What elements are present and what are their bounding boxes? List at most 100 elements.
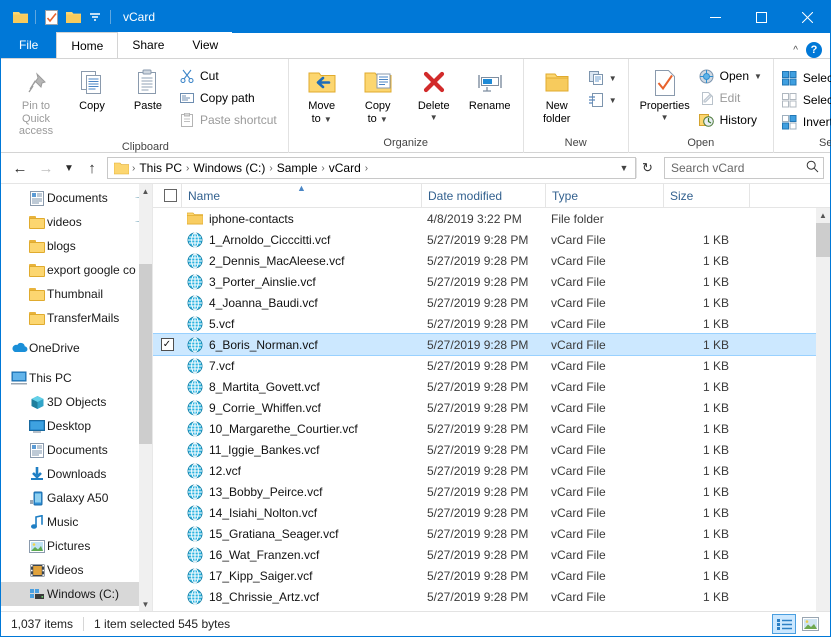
- sidebar-item-windows-c[interactable]: Windows (C:): [1, 582, 152, 606]
- new-folder-button[interactable]: New folder: [530, 63, 584, 128]
- new-folder-icon[interactable]: [62, 6, 84, 28]
- table-row[interactable]: 18_Chrissie_Artz.vcf 5/27/2019 9:28 PM vCa…: [153, 586, 830, 607]
- cut-button[interactable]: Cut: [177, 65, 282, 87]
- column-header-size[interactable]: Size: [663, 183, 749, 208]
- table-row[interactable]: 5.vcf 5/27/2019 9:28 PM vCard File 1 KB: [153, 313, 830, 334]
- copy-to-button[interactable]: Copy to ▼: [351, 63, 405, 128]
- open-button[interactable]: Open ▼: [697, 65, 767, 87]
- address-bar[interactable]: › This PC › Windows (C:) › Sample › vCar…: [107, 157, 636, 179]
- sidebar-scroll-thumb[interactable]: [139, 264, 152, 444]
- scroll-down-icon[interactable]: ▼: [139, 597, 152, 611]
- table-row[interactable]: 12.vcf 5/27/2019 9:28 PM vCard File 1 KB: [153, 460, 830, 481]
- sidebar-item-this-pc[interactable]: This PC: [1, 366, 152, 390]
- sidebar-item-music[interactable]: Music: [1, 510, 152, 534]
- cell-name[interactable]: 16_Wat_Franzen.vcf: [181, 544, 421, 565]
- cell-name[interactable]: 2_Dennis_MacAleese.vcf: [181, 250, 421, 271]
- sidebar-item-thumbnail[interactable]: Thumbnail: [1, 282, 152, 306]
- sidebar-item-desktop[interactable]: Desktop: [1, 414, 152, 438]
- sidebar-item-galaxy-a50[interactable]: Galaxy A50: [1, 486, 152, 510]
- search-icon[interactable]: [806, 160, 819, 176]
- cell-name[interactable]: 13_Bobby_Peirce.vcf: [181, 481, 421, 502]
- forward-button[interactable]: →: [33, 156, 59, 180]
- table-row[interactable]: 9_Corrie_Whiffen.vcf 5/27/2019 9:28 PM vCa…: [153, 397, 830, 418]
- table-row[interactable]: 10_Margarethe_Courtier.vcf 5/27/2019 9:28…: [153, 418, 830, 439]
- move-to-button[interactable]: Move to ▼: [295, 63, 349, 128]
- details-view-button[interactable]: [772, 614, 796, 634]
- cell-name[interactable]: 6_Boris_Norman.vcf: [181, 334, 421, 355]
- sidebar-item-documents-quick[interactable]: Documents 📌: [1, 186, 152, 210]
- close-button[interactable]: [784, 1, 830, 33]
- table-row[interactable]: 2_Dennis_MacAleese.vcf 5/27/2019 9:28 PM v…: [153, 250, 830, 271]
- properties-button[interactable]: Properties ▼: [635, 63, 695, 125]
- large-icons-view-button[interactable]: [798, 614, 822, 634]
- sidebar-item-documents[interactable]: Documents: [1, 438, 152, 462]
- table-row[interactable]: 1_Arnoldo_Cicccitti.vcf 5/27/2019 9:28 PM…: [153, 229, 830, 250]
- refresh-button[interactable]: ↻: [636, 158, 658, 178]
- cell-name[interactable]: 10_Margarethe_Courtier.vcf: [181, 418, 421, 439]
- cell-name[interactable]: iphone-contacts: [181, 208, 421, 229]
- breadcrumb-vcard[interactable]: vCard: [326, 161, 364, 175]
- breadcrumb-sample[interactable]: Sample: [274, 161, 321, 175]
- cell-name[interactable]: 11_Iggie_Bankes.vcf: [181, 439, 421, 460]
- maximize-button[interactable]: [738, 1, 784, 33]
- history-button[interactable]: History: [697, 109, 767, 131]
- table-row[interactable]: 13_Bobby_Peirce.vcf 5/27/2019 9:28 PM vCar…: [153, 481, 830, 502]
- sidebar-item-pictures[interactable]: Pictures: [1, 534, 152, 558]
- sidebar-item-videos-lower[interactable]: videos 📌: [1, 210, 152, 234]
- table-row[interactable]: 14_Isiahi_Nolton.vcf 5/27/2019 9:28 PM vCa…: [153, 502, 830, 523]
- sidebar-item-transfermails[interactable]: TransferMails: [1, 306, 152, 330]
- table-row[interactable]: 7.vcf 5/27/2019 9:28 PM vCard File 1 KB: [153, 355, 830, 376]
- rename-button[interactable]: Rename: [463, 63, 517, 116]
- select-none-button[interactable]: Select none: [780, 89, 831, 111]
- navigation-pane[interactable]: Documents 📌 videos 📌 blogs: [1, 184, 153, 611]
- table-row[interactable]: 11_Iggie_Bankes.vcf 5/27/2019 9:28 PM vCar…: [153, 439, 830, 460]
- copy-button[interactable]: Copy: [65, 63, 119, 116]
- edit-button[interactable]: Edit: [697, 87, 767, 109]
- customize-dropdown-icon[interactable]: [84, 6, 106, 28]
- cell-name[interactable]: 7.vcf: [181, 355, 421, 376]
- tab-view[interactable]: View: [178, 32, 233, 58]
- sidebar-item-blogs[interactable]: blogs: [1, 234, 152, 258]
- table-row[interactable]: 15_Gratiana_Seager.vcf 5/27/2019 9:28 PM v…: [153, 523, 830, 544]
- up-button[interactable]: ↑: [79, 156, 105, 180]
- select-all-checkbox-header[interactable]: [153, 184, 181, 208]
- table-row[interactable]: 16_Wat_Franzen.vcf 5/27/2019 9:28 PM vCard…: [153, 544, 830, 565]
- table-row[interactable]: 4_Joanna_Baudi.vcf 5/27/2019 9:28 PM vCard…: [153, 292, 830, 313]
- column-header-type[interactable]: Type: [545, 183, 663, 208]
- sidebar-item-onedrive[interactable]: OneDrive: [1, 336, 152, 360]
- search-box[interactable]: [664, 157, 824, 179]
- select-all-button[interactable]: Select all: [780, 67, 831, 89]
- tab-home[interactable]: Home: [56, 32, 119, 58]
- back-button[interactable]: ←: [7, 156, 33, 180]
- recent-locations-button[interactable]: ▼: [59, 156, 79, 180]
- invert-selection-button[interactable]: Invert selection: [780, 111, 831, 133]
- cell-name[interactable]: 4_Joanna_Baudi.vcf: [181, 292, 421, 313]
- scroll-up-icon[interactable]: ▲: [139, 184, 152, 198]
- help-icon[interactable]: ?: [806, 42, 822, 58]
- table-row[interactable]: ✓ 6_Boris_Norman.vcf 5/27/2019 9:28 PM vCar…: [153, 333, 830, 356]
- table-row[interactable]: 17_Kipp_Saiger.vcf 5/27/2019 9:28 PM vCard…: [153, 565, 830, 586]
- new-item-button[interactable]: ▼: [586, 67, 622, 89]
- tab-share[interactable]: Share: [118, 32, 179, 58]
- cell-name[interactable]: 14_Isiahi_Nolton.vcf: [181, 502, 421, 523]
- scroll-up-icon[interactable]: ▲: [816, 208, 830, 223]
- table-row[interactable]: 3_Porter_Ainslie.vcf 5/27/2019 9:28 PM vCa…: [153, 271, 830, 292]
- cell-name[interactable]: 1_Arnoldo_Cicccitti.vcf: [181, 229, 421, 250]
- cell-name[interactable]: 9_Corrie_Whiffen.vcf: [181, 397, 421, 418]
- cell-name[interactable]: 3_Porter_Ainslie.vcf: [181, 271, 421, 292]
- folder-icon[interactable]: [9, 6, 31, 28]
- column-header-date-modified[interactable]: Date modified: [421, 183, 545, 208]
- sidebar-scrollbar[interactable]: ▲ ▼: [139, 184, 152, 611]
- breadcrumb-this-pc[interactable]: This PC: [136, 161, 185, 175]
- sidebar-item-export-google-contacts[interactable]: export google co: [1, 258, 152, 282]
- row-checkbox[interactable]: ✓: [153, 338, 181, 351]
- search-input[interactable]: [671, 161, 806, 175]
- address-dropdown-icon[interactable]: ▼: [615, 163, 633, 173]
- sidebar-item-videos[interactable]: Videos: [1, 558, 152, 582]
- cell-name[interactable]: 18_Chrissie_Artz.vcf: [181, 586, 421, 607]
- cell-name[interactable]: 5.vcf: [181, 313, 421, 334]
- table-row[interactable]: iphone-contacts 4/8/2019 3:22 PM File fold…: [153, 208, 830, 229]
- column-header-name[interactable]: ▲ Name: [181, 183, 421, 208]
- sidebar-item-downloads[interactable]: Downloads: [1, 462, 152, 486]
- paste-shortcut-button[interactable]: Paste shortcut: [177, 109, 282, 131]
